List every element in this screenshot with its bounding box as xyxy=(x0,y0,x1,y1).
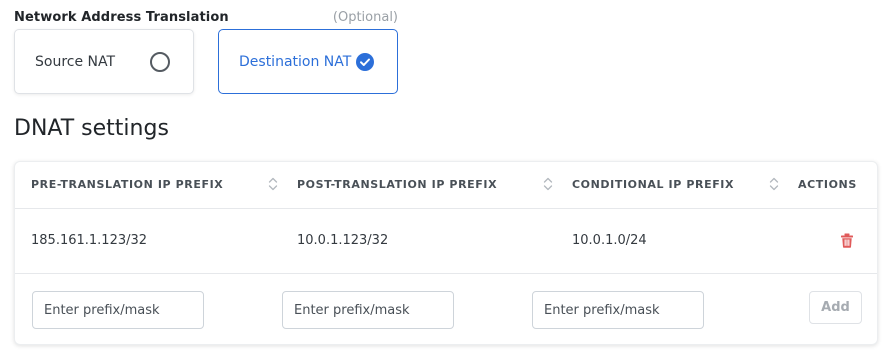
column-header-actions: ACTIONS xyxy=(798,178,857,191)
check-circle-icon[interactable] xyxy=(356,52,374,71)
column-header-conditional: CONDITIONAL IP PREFIX xyxy=(572,178,735,191)
dnat-table: PRE-TRANSLATION IP PREFIX POST-TRANSLATI… xyxy=(14,161,878,345)
destination-nat-option[interactable]: Destination NAT xyxy=(218,29,398,94)
destination-nat-label: Destination NAT xyxy=(239,53,352,70)
table-header: PRE-TRANSLATION IP PREFIX POST-TRANSLATI… xyxy=(15,162,877,209)
column-header-post: POST-TRANSLATION IP PREFIX xyxy=(297,178,498,191)
optional-hint: (Optional) xyxy=(332,10,398,25)
sort-icon[interactable] xyxy=(769,176,779,192)
source-nat-label: Source NAT xyxy=(35,53,116,70)
cell-conditional-prefix: 10.0.1.0/24 xyxy=(572,233,647,248)
add-button[interactable]: Add xyxy=(809,291,862,324)
pre-prefix-input[interactable] xyxy=(32,291,204,329)
radio-unchecked-icon[interactable] xyxy=(150,51,170,72)
sort-icon[interactable] xyxy=(543,176,553,192)
post-prefix-input[interactable] xyxy=(282,291,454,329)
table-row: 185.161.1.123/32 10.0.1.123/32 10.0.1.0/… xyxy=(15,209,877,274)
sort-icon[interactable] xyxy=(268,176,278,192)
cell-pre-prefix: 185.161.1.123/32 xyxy=(31,233,148,248)
nat-label: Network Address Translation xyxy=(14,10,229,25)
trash-icon[interactable] xyxy=(840,233,854,248)
dnat-settings-title: DNAT settings xyxy=(14,116,169,141)
conditional-prefix-input[interactable] xyxy=(532,291,704,329)
cell-post-prefix: 10.0.1.123/32 xyxy=(297,233,389,248)
column-header-pre: PRE-TRANSLATION IP PREFIX xyxy=(31,178,224,191)
source-nat-option[interactable]: Source NAT xyxy=(14,29,194,94)
